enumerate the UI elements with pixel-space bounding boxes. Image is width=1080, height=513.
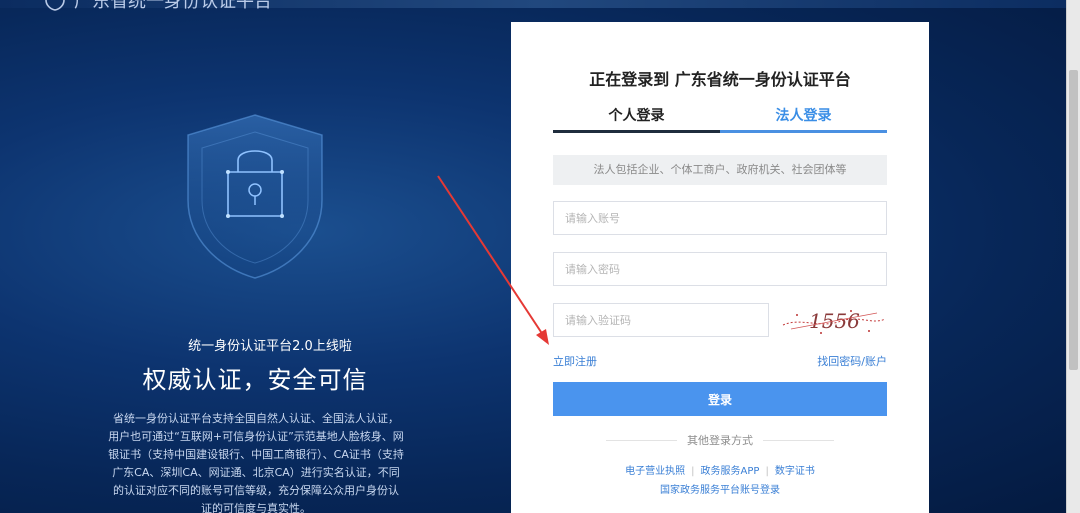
- register-link[interactable]: 立即注册: [553, 353, 597, 369]
- other-login-divider: 其他登录方式: [606, 433, 834, 447]
- link-separator: |: [691, 466, 695, 477]
- link-separator: |: [765, 466, 769, 477]
- password-input[interactable]: [553, 252, 887, 286]
- digital-cert-login-link[interactable]: 数字证书: [775, 466, 815, 477]
- other-login-label: 其他登录方式: [687, 434, 753, 447]
- other-login-links: 电子营业执照 | 政务服务APP | 数字证书: [511, 462, 929, 477]
- page-scrollbar[interactable]: [1066, 0, 1080, 513]
- left-description: 省统一身份认证平台支持全国自然人认证、全国法人认证，用户也可通过“互联网+可信身…: [108, 412, 404, 513]
- shield-logo-icon: [45, 0, 65, 11]
- business-license-login-link[interactable]: 电子营业执照: [625, 466, 685, 477]
- recover-password-link[interactable]: 找回密码/账户: [817, 353, 887, 369]
- national-platform-login-link[interactable]: 国家政务服务平台账号登录: [511, 481, 929, 496]
- login-card: 正在登录到 广东省统一身份认证平台 个人登录 法人登录 法人包括企业、个体工商户…: [511, 22, 929, 513]
- brand-title: 广东省统一身份认证平台: [74, 0, 272, 12]
- legal-entity-hint: 法人包括企业、个体工商户、政府机关、社会团体等: [553, 155, 887, 185]
- scrollbar-thumb[interactable]: [1069, 70, 1078, 370]
- tab-personal-login[interactable]: 个人登录: [553, 102, 720, 133]
- captcha-input[interactable]: [553, 303, 769, 337]
- left-title: 权威认证，安全可信: [142, 366, 368, 394]
- divider-line-right: [763, 439, 834, 441]
- captcha-image[interactable]: 1556: [781, 303, 887, 337]
- tab-legal-login[interactable]: 法人登录: [720, 102, 887, 133]
- gov-app-login-link[interactable]: 政务服务APP: [701, 466, 760, 477]
- left-subtitle: 统一身份认证平台2.0上线啦: [188, 339, 352, 354]
- divider-line-left: [606, 439, 677, 441]
- login-title: 正在登录到 广东省统一身份认证平台: [589, 70, 851, 89]
- login-button[interactable]: 登录: [553, 382, 887, 416]
- account-input[interactable]: [553, 201, 887, 235]
- link-row: 立即注册 找回密码/账户: [553, 353, 887, 369]
- shield-lock-illustration: [187, 114, 323, 279]
- brand-header: 广东省统一身份认证平台: [44, 0, 272, 12]
- login-tabs: 个人登录 法人登录: [553, 102, 887, 133]
